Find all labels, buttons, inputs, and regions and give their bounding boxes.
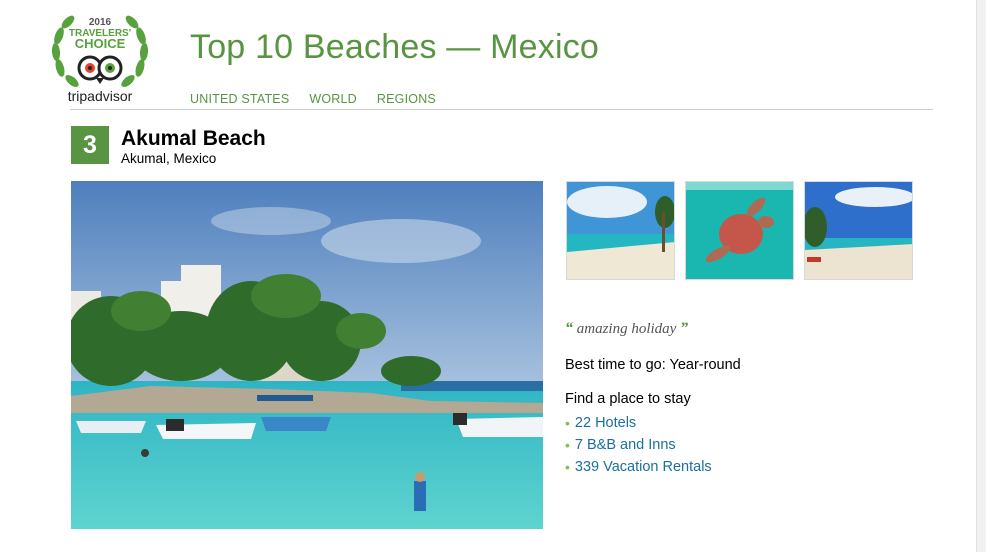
nav-united-states[interactable]: UNITED STATES: [190, 92, 289, 106]
vacation-rentals-link[interactable]: 339 Vacation Rentals: [575, 456, 712, 478]
beach-location: Akumal, Mexico: [121, 151, 217, 166]
logo-award-line2: CHOICE: [75, 36, 126, 51]
logo-year: 2016: [89, 17, 112, 28]
quote-close-mark: ”: [680, 320, 689, 337]
quote-open-mark: “: [565, 320, 573, 337]
nav-regions[interactable]: REGIONS: [377, 92, 436, 106]
beach-name: Akumal Beach: [121, 127, 266, 150]
thumbnail-beach-1[interactable]: [566, 181, 675, 280]
nav-world[interactable]: WORLD: [309, 92, 357, 106]
header-divider: [70, 109, 933, 110]
best-time-to-go: Best time to go: Year-round: [565, 357, 741, 373]
bullet-icon: •: [565, 437, 570, 453]
thumbnail-turtle[interactable]: [685, 181, 794, 280]
list-item: • 7 B&B and Inns: [565, 434, 712, 456]
find-place-title: Find a place to stay: [565, 391, 691, 407]
main-beach-photo[interactable]: [71, 181, 543, 529]
logo-brand: tripadvisor: [68, 88, 133, 104]
hotels-link[interactable]: 22 Hotels: [575, 412, 636, 434]
bnb-inns-link[interactable]: 7 B&B and Inns: [575, 434, 676, 456]
quote-text: amazing holiday: [576, 321, 677, 337]
rank-badge: 3: [71, 126, 109, 164]
thumbnail-beach-2[interactable]: [804, 181, 913, 280]
region-nav: UNITED STATES WORLD REGIONS: [190, 92, 436, 106]
owl-icon: [77, 55, 123, 84]
bullet-icon: •: [565, 415, 570, 431]
travelers-choice-logo: 2016 TRAVELERS' CHOICE tripadvisor: [46, 8, 154, 108]
review-quote: “ amazing holiday ”: [565, 320, 688, 338]
page-title: Top 10 Beaches — Mexico: [190, 28, 600, 66]
scrollbar-track[interactable]: [976, 0, 986, 552]
list-item: • 22 Hotels: [565, 412, 712, 434]
bullet-icon: •: [565, 459, 570, 475]
stay-links-list: • 22 Hotels • 7 B&B and Inns • 339 Vacat…: [565, 412, 712, 478]
list-item: • 339 Vacation Rentals: [565, 456, 712, 478]
